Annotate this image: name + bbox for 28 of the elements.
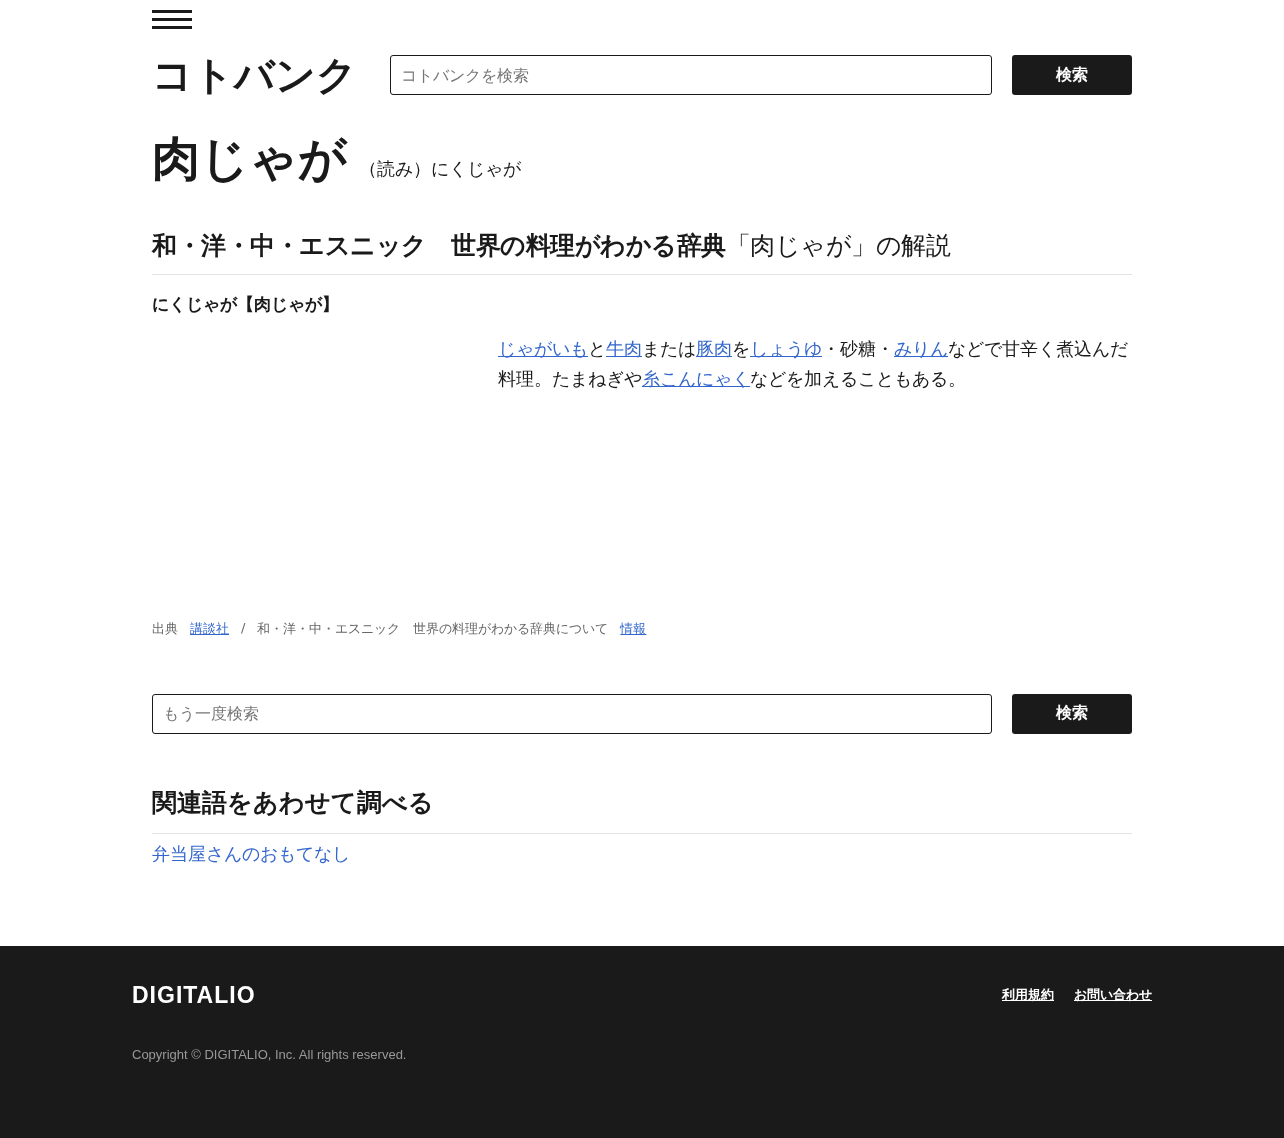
reading-text: （読み）にくじゃが <box>359 157 521 181</box>
menu-icon[interactable] <box>152 10 192 30</box>
term-link[interactable]: 牛肉 <box>606 337 642 359</box>
search-button[interactable]: 検索 <box>1012 693 1132 734</box>
term-link[interactable]: 糸こんにゃく <box>642 367 750 389</box>
source-link[interactable]: 講談社 <box>190 619 229 638</box>
term-link[interactable]: しょうゆ <box>750 337 822 359</box>
footer-link[interactable]: お問い合わせ <box>1074 986 1152 1005</box>
search-button[interactable]: 検索 <box>1012 55 1132 95</box>
term-heading: にくじゃが【肉じゃが】 <box>152 292 340 316</box>
source-text: / <box>241 619 246 637</box>
entry-title: 肉じゃが <box>152 132 347 185</box>
site-logo[interactable]: コトバンク <box>152 52 357 98</box>
source-text: 和・洋・中・エスニック 世界の料理がわかる辞典について <box>257 619 609 638</box>
term-link[interactable]: みりん <box>894 337 948 359</box>
section-heading: 和・洋・中・エスニック 世界の料理がわかる辞典「肉じゃが」の解説 <box>152 228 1132 275</box>
footer-link[interactable]: 利用規約 <box>1002 986 1054 1005</box>
related-link[interactable]: 弁当屋さんのおもてなし <box>152 841 350 866</box>
copyright-text: Copyright © DIGITALIO, Inc. All rights reserved. <box>132 1046 408 1062</box>
related-heading: 関連語をあわせて調べる <box>152 785 1132 834</box>
definition-text: じゃがいも と 牛肉 または豚肉を しょうゆ・砂糖・みりんなどで甘辛く煮込んだ料理。たまねぎや糸こんにゃく などを加えることもある。 <box>498 336 1129 391</box>
source-text: 出典 <box>152 619 178 638</box>
term-link[interactable]: じゃがいも <box>498 337 588 359</box>
search-field[interactable]: コトバンクを検索 <box>390 55 992 95</box>
footer-logo[interactable]: DIGITALIO <box>132 981 256 1009</box>
term-link[interactable]: 豚肉 <box>696 337 732 359</box>
source-link[interactable]: 情報 <box>620 619 647 638</box>
search-field[interactable]: もう一度検索 <box>152 693 992 734</box>
